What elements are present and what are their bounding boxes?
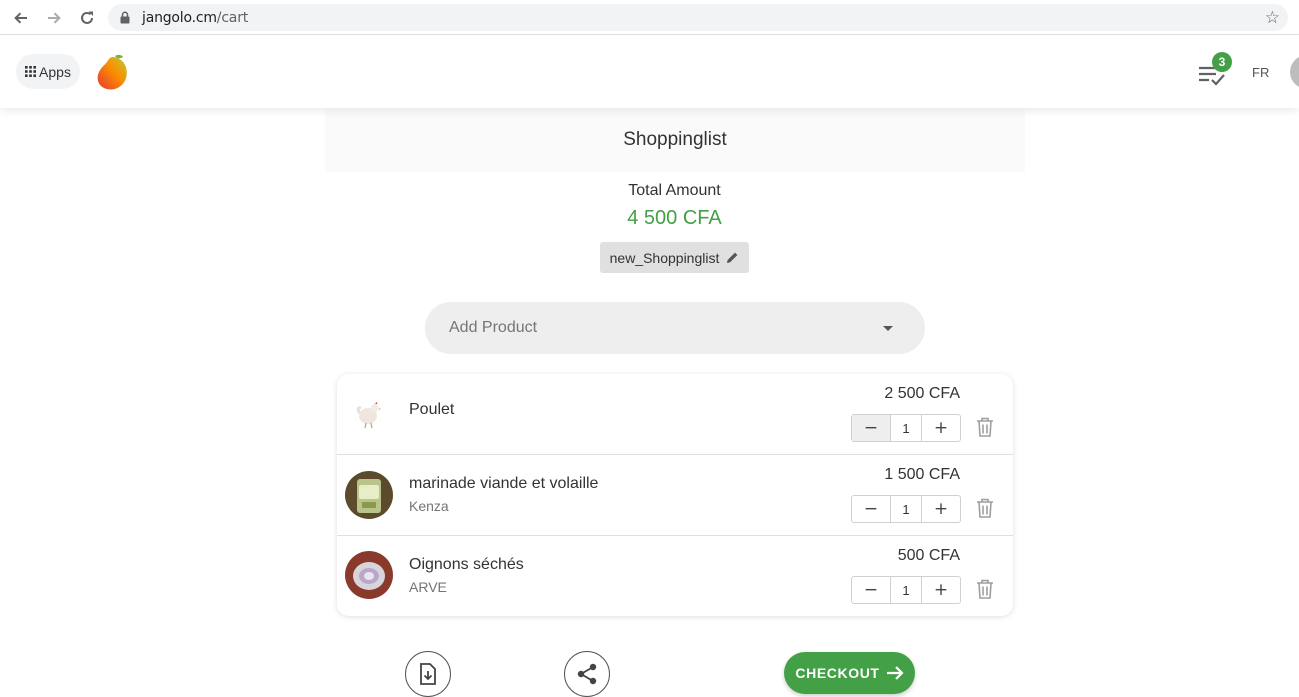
address-bar[interactable]: jangolo.cm/cart ☆ <box>108 4 1288 31</box>
cart-item: Oignons séchés ARVE 500 CFA − 1 + <box>337 536 1013 616</box>
apps-button[interactable]: Apps <box>16 54 80 89</box>
product-image-marinade <box>345 471 393 519</box>
add-product-select[interactable]: Add Product <box>425 302 925 354</box>
total-amount-value: 4 500 CFA <box>627 207 722 229</box>
share-list-button[interactable] <box>564 651 610 697</box>
product-name[interactable]: marinade viande et volaille <box>409 475 598 493</box>
back-arrow-icon[interactable] <box>10 7 32 29</box>
decrease-quantity-button[interactable]: − <box>852 496 890 522</box>
checkout-label: CHECKOUT <box>795 665 880 681</box>
cart-list: Poulet 2 500 CFA − 1 + marinade viande e… <box>337 374 1013 616</box>
list-name: new_Shoppinglist <box>609 249 720 266</box>
share-icon <box>577 663 597 685</box>
arrow-right-icon <box>886 666 904 680</box>
cart-item: Poulet 2 500 CFA − 1 + <box>337 374 1013 455</box>
apps-label: Apps <box>39 63 71 80</box>
reload-icon[interactable] <box>76 7 98 29</box>
quantity-value[interactable]: 1 <box>890 496 922 522</box>
lock-icon <box>120 11 130 29</box>
total-amount-label: Total Amount <box>628 182 721 199</box>
decrease-quantity-button[interactable]: − <box>852 415 890 441</box>
product-name[interactable]: Poulet <box>409 401 454 419</box>
cart-item: marinade viande et volaille Kenza 1 500 … <box>337 455 1013 536</box>
quantity-stepper: − 1 + <box>851 576 961 604</box>
language-switch[interactable]: FR <box>1252 65 1269 80</box>
mango-logo[interactable] <box>95 54 129 92</box>
trash-icon[interactable] <box>975 416 997 440</box>
list-count-badge: 3 <box>1212 52 1232 72</box>
url-path: /cart <box>216 10 249 26</box>
product-price: 2 500 CFA <box>884 385 960 402</box>
product-price: 500 CFA <box>897 547 960 564</box>
product-brand: Kenza <box>409 498 449 514</box>
page-title-panel: Shoppinglist <box>325 108 1025 172</box>
product-name[interactable]: Oignons séchés <box>409 556 524 574</box>
quantity-stepper: − 1 + <box>851 414 961 442</box>
browser-toolbar: jangolo.cm/cart ☆ <box>0 0 1299 35</box>
increase-quantity-button[interactable]: + <box>922 496 960 522</box>
download-list-button[interactable] <box>405 651 451 697</box>
product-image-poulet <box>345 389 393 437</box>
forward-arrow-icon[interactable] <box>43 7 65 29</box>
increase-quantity-button[interactable]: + <box>922 577 960 603</box>
trash-icon[interactable] <box>975 497 997 521</box>
product-brand: ARVE <box>409 579 447 595</box>
trash-icon[interactable] <box>975 578 997 602</box>
increase-quantity-button[interactable]: + <box>922 415 960 441</box>
download-file-icon <box>420 663 436 685</box>
url-text: jangolo.cm/cart <box>142 10 248 26</box>
quantity-value[interactable]: 1 <box>890 577 922 603</box>
caret-down-icon <box>883 326 893 331</box>
app-header: Apps 3 FR <box>0 36 1299 108</box>
star-icon[interactable]: ☆ <box>1265 8 1280 28</box>
pencil-icon <box>727 252 738 263</box>
product-image-oignons <box>345 551 393 599</box>
quantity-value[interactable]: 1 <box>890 415 922 441</box>
url-domain: jangolo.cm <box>142 10 217 26</box>
product-price: 1 500 CFA <box>884 466 960 483</box>
avatar[interactable] <box>1290 55 1299 89</box>
checkout-button[interactable]: CHECKOUT <box>784 652 915 694</box>
page-title: Shoppinglist <box>623 129 727 150</box>
list-name-chip[interactable]: new_Shoppinglist <box>600 242 749 273</box>
apps-grid-icon <box>25 66 37 77</box>
add-product-placeholder: Add Product <box>449 319 538 336</box>
decrease-quantity-button[interactable]: − <box>852 577 890 603</box>
quantity-stepper: − 1 + <box>851 495 961 523</box>
